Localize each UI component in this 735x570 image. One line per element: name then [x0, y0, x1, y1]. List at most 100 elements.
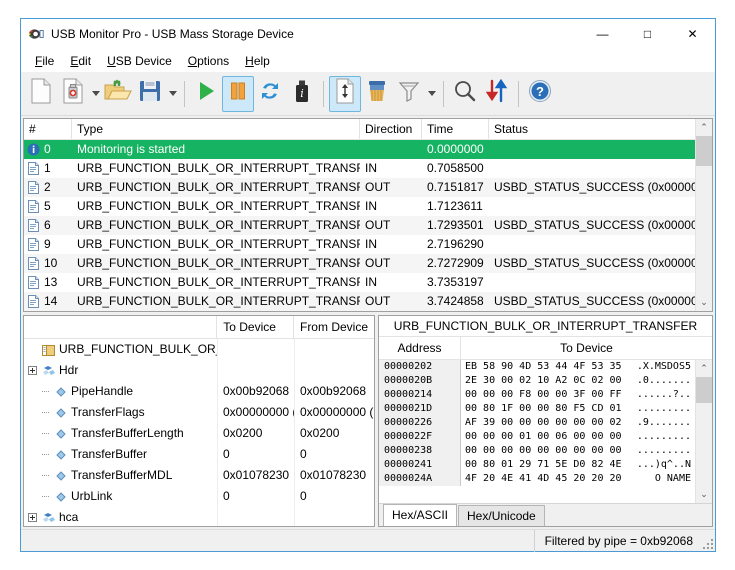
packet-icon [27, 162, 40, 175]
log-col-direction[interactable]: Direction [360, 119, 422, 139]
hex-scroll-thumb[interactable] [695, 377, 712, 403]
log-col-type[interactable]: Type [72, 119, 360, 139]
toolbar-separator [323, 80, 324, 107]
table-row[interactable]: 6 URB_FUNCTION_BULK_OR_INTERRUPT_TRANSFER… [24, 216, 695, 235]
hex-col-data[interactable]: To Device [461, 337, 712, 359]
pause-monitoring-button[interactable] [222, 75, 254, 112]
log-cell-status: USBD_STATUS_SUCCESS (0x00000000) [494, 294, 695, 308]
tree-row[interactable]: hca [24, 507, 374, 526]
tab-hex-unicode[interactable]: Hex/Unicode [458, 505, 545, 526]
hex-bytes: 4F 20 4E 41 4D 45 20 20 20 [465, 473, 622, 484]
log-col-time[interactable]: Time [422, 119, 489, 139]
menu-item-help[interactable]: Help [237, 51, 278, 71]
new-usb-session-dropdown-arrow[interactable] [89, 76, 102, 112]
new-usb-session-button[interactable] [57, 76, 89, 112]
device-info-button[interactable]: i [286, 76, 318, 112]
tree-node-label: hca [59, 510, 79, 524]
scroll-up-icon[interactable]: ⌃ [696, 119, 713, 136]
scroll-down-icon[interactable]: ⌄ [696, 294, 713, 311]
table-row[interactable]: 13 URB_FUNCTION_BULK_OR_INTERRUPT_TRANSFE… [24, 273, 695, 292]
tree-col-name[interactable] [24, 316, 218, 338]
help-button[interactable]: ? [524, 76, 556, 112]
resize-grip[interactable] [703, 539, 713, 549]
expand-plus-icon[interactable] [28, 513, 37, 522]
hex-row[interactable]: 00000202 EB 58 90 4D 53 44 4F 53 35 .X.MSD… [379, 360, 695, 374]
tree-row[interactable]: PipeHandle 0x00b92068 0x00b92068 [24, 381, 374, 402]
hex-row[interactable]: 00000241 00 80 01 29 71 5E D0 82 4E ...)q^… [379, 458, 695, 472]
table-row[interactable]: 2 URB_FUNCTION_BULK_OR_INTERRUPT_TRANSFER… [24, 178, 695, 197]
tree-row[interactable]: TransferBuffer 0 0 [24, 444, 374, 465]
tree-row[interactable]: TransferFlags 0x00000000 (D 0x00000000 (D [24, 402, 374, 423]
hex-rows: 00000202 EB 58 90 4D 53 44 4F 53 35 .X.MSD… [379, 360, 695, 503]
hex-view-panel: URB_FUNCTION_BULK_OR_INTERRUPT_TRANSFER … [378, 315, 713, 527]
menu-item-options[interactable]: Options [180, 51, 237, 71]
log-scrollbar[interactable]: ⌃ ⌄ [695, 119, 712, 311]
tree-rows: URB_FUNCTION_BULK_OR_INTE Hdr PipeHandle 0x… [24, 339, 374, 526]
save-button[interactable] [134, 76, 166, 112]
hex-row[interactable]: 00000214 00 00 00 F8 00 00 3F 00 FF......… [379, 388, 695, 402]
packet-icon [27, 257, 40, 270]
table-row[interactable]: 9 URB_FUNCTION_BULK_OR_INTERRUPT_TRANSFER… [24, 235, 695, 254]
start-monitoring-button[interactable] [190, 76, 222, 112]
hex-view-tabs: Hex/ASCII Hex/Unicode [379, 503, 712, 526]
log-scroll-thumb[interactable] [695, 136, 712, 166]
minimize-button[interactable]: — [580, 19, 625, 49]
tree-col-from-device[interactable]: From Device [294, 316, 374, 338]
menu-item-usb-device[interactable]: USB Device [99, 51, 180, 71]
log-cell-direction: IN [365, 161, 377, 175]
tree-row[interactable]: URB_FUNCTION_BULK_OR_INTE [24, 339, 374, 360]
open-button[interactable] [102, 76, 134, 112]
hex-row[interactable]: 0000024A 4F 20 4E 41 4D 45 20 20 20 O NAME [379, 472, 695, 486]
hex-col-address[interactable]: Address [379, 337, 461, 359]
tree-col-to-device[interactable]: To Device [217, 316, 294, 338]
navigate-button[interactable] [481, 76, 513, 112]
hex-address: 00000238 [379, 444, 461, 458]
tab-hex-ascii[interactable]: Hex/ASCII [383, 504, 458, 526]
tree-row[interactable]: Hdr [24, 360, 374, 381]
log-rows: 0 Monitoring is started 0.0000000 1 URB_FUNC… [24, 140, 695, 311]
log-col-num[interactable]: # [24, 119, 72, 139]
log-cell-status: USBD_STATUS_SUCCESS (0x00000000) [494, 180, 695, 194]
table-row[interactable]: 14 URB_FUNCTION_BULK_OR_INTERRUPT_TRANSFE… [24, 292, 695, 311]
hex-bytes: AF 39 00 00 00 00 00 00 02 [465, 417, 622, 428]
table-row[interactable]: 1 URB_FUNCTION_BULK_OR_INTERRUPT_TRANSFER… [24, 159, 695, 178]
hex-scroll-down-icon[interactable]: ⌄ [696, 486, 713, 503]
search-button[interactable] [449, 76, 481, 112]
maximize-button[interactable]: □ [625, 19, 670, 49]
log-cell-time: 0.7151817 [427, 180, 484, 194]
hex-row[interactable]: 0000020B 2E 30 00 02 10 A2 0C 02 00 .0....… [379, 374, 695, 388]
hex-scroll-up-icon[interactable]: ⌃ [696, 360, 713, 377]
log-col-status[interactable]: Status [489, 119, 695, 139]
tree-node-label: TransferBuffer [71, 447, 148, 461]
tree-cell-name: TransferBufferMDL [24, 465, 218, 486]
log-row-index: 0 [44, 142, 51, 156]
clear-log-button[interactable] [361, 76, 393, 112]
tree-row[interactable]: UrbLink 0 0 [24, 486, 374, 507]
filter-dropdown-arrow[interactable] [425, 76, 438, 112]
autoscroll-button[interactable] [329, 75, 361, 112]
menu-item-edit[interactable]: Edit [62, 51, 99, 71]
hex-row[interactable]: 0000022F 00 00 00 01 00 06 00 00 00......… [379, 430, 695, 444]
tree-node-label: TransferBufferMDL [71, 468, 173, 482]
detail-area: To Device From Device URB_FUNCTION_BULK_… [23, 315, 713, 527]
save-dropdown-arrow[interactable] [166, 76, 179, 112]
hex-row[interactable]: 00000226 AF 39 00 00 00 00 00 00 02 .9....… [379, 416, 695, 430]
urb-struct-icon [42, 343, 56, 356]
tree-row[interactable]: TransferBufferLength 0x0200 0x0200 [24, 423, 374, 444]
filter-button[interactable] [393, 76, 425, 112]
menu-item-file[interactable]: File [27, 51, 62, 71]
new-session-button[interactable] [25, 76, 57, 112]
refresh-button[interactable] [254, 76, 286, 112]
close-button[interactable]: ✕ [670, 19, 715, 49]
table-row[interactable]: 0 Monitoring is started 0.0000000 [24, 140, 695, 159]
table-row[interactable]: 10 URB_FUNCTION_BULK_OR_INTERRUPT_TRANSFE… [24, 254, 695, 273]
hex-scroll-track[interactable] [695, 377, 712, 486]
hex-scrollbar[interactable]: ⌃ ⌄ [695, 360, 712, 503]
log-scroll-track[interactable] [695, 136, 712, 294]
hex-row[interactable]: 0000021D 00 80 1F 00 00 80 F5 CD 01......… [379, 402, 695, 416]
hex-row[interactable]: 00000238 00 00 00 00 00 00 00 00 00......… [379, 444, 695, 458]
table-row[interactable]: 5 URB_FUNCTION_BULK_OR_INTERRUPT_TRANSFER… [24, 197, 695, 216]
tree-row[interactable]: TransferBufferMDL 0x01078230 0x01078230 [24, 465, 374, 486]
field-icon [54, 406, 68, 419]
expand-plus-icon[interactable] [28, 366, 37, 375]
